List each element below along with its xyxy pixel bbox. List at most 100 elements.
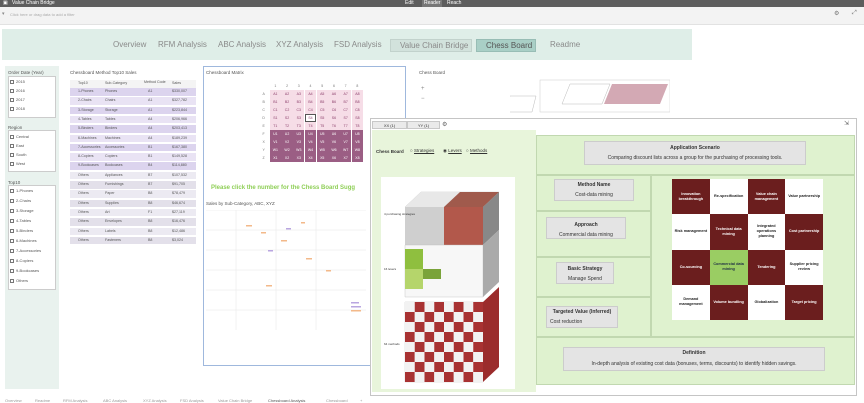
matrix-cell[interactable]: V4 — [304, 138, 317, 146]
lever-cell[interactable]: Re-specification — [709, 179, 748, 215]
top10-item[interactable]: 8-Copiers — [10, 258, 33, 263]
sheet-tab[interactable]: FSD Analysis — [180, 398, 204, 403]
matrix-cell[interactable]: X7 — [340, 154, 352, 162]
matrix-cell[interactable]: B5 — [316, 98, 328, 106]
matrix-cell[interactable]: V6 — [328, 138, 340, 146]
matrix-cell[interactable]: A1 — [269, 90, 281, 98]
matrix-cell[interactable]: V3 — [293, 138, 305, 146]
matrix-cell[interactable]: V1 — [269, 138, 281, 146]
zoom-out-icon[interactable]: − — [421, 96, 425, 102]
matrix-cell[interactable]: T2 — [281, 122, 293, 130]
matrix-cell[interactable]: U2 — [281, 130, 293, 138]
matrix-cell[interactable]: W6 — [328, 146, 340, 154]
lever-cell[interactable]: Globalization — [747, 284, 786, 320]
matrix-cell[interactable]: V7 — [340, 138, 352, 146]
table-row[interactable]: Others Art F1 $27,119 — [70, 208, 196, 217]
settings-icon[interactable]: ⚙ — [834, 10, 839, 17]
matrix-cell[interactable]: X3 — [293, 154, 305, 162]
expand-icon[interactable]: ⤢ — [852, 10, 857, 17]
region-item[interactable]: Central — [10, 134, 29, 139]
table-row[interactable]: 5-Binders Binders A4 $203,413 — [70, 125, 196, 133]
matrix-cell[interactable]: U3 — [293, 130, 305, 138]
xx-button[interactable]: XX (1) — [372, 121, 407, 129]
matrix-cell[interactable]: C7 — [340, 106, 352, 114]
matrix-cell[interactable]: T1 — [269, 122, 281, 130]
table-row[interactable]: 7-Accessories Accessories B1 $167,380 — [70, 143, 196, 152]
top10-item[interactable]: 7-Accessories — [10, 248, 41, 253]
mode-reach[interactable]: Reach — [447, 0, 461, 7]
top10-item[interactable]: 4-Tables — [10, 218, 31, 223]
table-row[interactable]: 4-Tables Tables A4 $206,966 — [70, 115, 196, 124]
lever-cell[interactable]: Tendering — [747, 249, 786, 285]
table-row[interactable]: Others Paper B8 $78,479 — [70, 190, 196, 198]
pin-icon[interactable]: ⇲ — [844, 120, 849, 127]
table-row[interactable]: 2-Chairs Chairs A1 $327,782 — [70, 97, 196, 105]
mode-reader[interactable]: Reader — [422, 0, 443, 7]
matrix-cell[interactable]: T6 — [328, 122, 340, 130]
matrix-cell[interactable]: A4 — [304, 90, 317, 98]
mode-edit[interactable]: Edit — [405, 0, 414, 7]
matrix-cell[interactable]: B3 — [293, 98, 305, 106]
matrix-cell[interactable]: W2 — [281, 146, 293, 154]
lever-cell[interactable]: Target pricing — [785, 284, 823, 320]
matrix-cell[interactable]: T3 — [293, 122, 305, 130]
matrix-cell[interactable]: A7 — [340, 90, 352, 98]
matrix-cell[interactable]: W4 — [304, 146, 317, 154]
matrix-cell[interactable]: T4 — [304, 122, 317, 130]
table-row[interactable]: 9-Bookcases Bookcases B4 $114,880 — [70, 162, 196, 170]
matrix-cell[interactable]: S4 — [304, 114, 317, 122]
matrix-cell[interactable]: C2 — [281, 106, 293, 114]
matrix-cell[interactable]: S2 — [281, 114, 293, 122]
matrix-cell[interactable]: B7 — [340, 98, 352, 106]
matrix-cell[interactable]: U6 — [328, 130, 340, 138]
matrix-cell[interactable]: V2 — [281, 138, 293, 146]
top10-item[interactable]: 9-Bookcases — [10, 268, 39, 273]
table-row[interactable]: Others Envelopes B8 $16,476 — [70, 218, 196, 226]
order-date-item[interactable]: 2015 — [10, 79, 25, 84]
matrix-cell[interactable]: B8 — [351, 98, 363, 106]
matrix-cell[interactable]: A6 — [328, 90, 340, 98]
chess-lever-grid[interactable]: Innovation breakthrough Re-specification V… — [672, 179, 823, 320]
sheet-tab[interactable]: + — [360, 398, 362, 403]
filter-bar[interactable]: ▾ Click here or drag data to add a filte… — [0, 7, 864, 25]
region-item[interactable]: West — [10, 161, 25, 166]
matrix-cell[interactable]: B2 — [281, 98, 293, 106]
sheet-tab[interactable]: Chessboard Analysis — [268, 398, 305, 403]
region-item[interactable]: South — [10, 152, 26, 157]
matrix-cell[interactable]: A2 — [281, 90, 293, 98]
chessboard-matrix[interactable]: 1 2 3 4 5 6 7 8 A A1 A2 A3 A4 A5 A6 A7 A8 B B1 B2 B3 B4 B5 B6 B7… — [258, 82, 363, 162]
nav-tab-abc[interactable]: ABC Analysis — [215, 39, 269, 50]
matrix-cell[interactable]: W7 — [340, 146, 352, 154]
lever-cell[interactable]: Supplier pricing review — [785, 249, 823, 285]
zoom-in-icon[interactable]: + — [421, 86, 425, 92]
matrix-cell[interactable]: C3 — [293, 106, 305, 114]
matrix-cell[interactable]: S7 — [340, 114, 352, 122]
table-row[interactable]: Others Furnishings B7 $91,705 — [70, 181, 196, 189]
matrix-cell[interactable]: S1 — [269, 114, 281, 122]
yy-button[interactable]: YY (1) — [407, 121, 440, 129]
matrix-cell[interactable]: W5 — [316, 146, 328, 154]
sheet-tab[interactable]: Chessboard — [326, 398, 348, 403]
nav-tab-readme[interactable]: Readme — [541, 39, 583, 50]
matrix-cell[interactable]: B6 — [328, 98, 340, 106]
matrix-cell[interactable]: B1 — [269, 98, 281, 106]
matrix-cell[interactable]: S3 — [293, 114, 305, 122]
matrix-cell[interactable]: C6 — [328, 106, 340, 114]
table-row[interactable]: 8-Copiers Copiers B1 $149,528 — [70, 153, 196, 161]
table-row[interactable]: Others Appliances B7 $107,532 — [70, 171, 196, 180]
table-row[interactable]: 1-Phones Phones A1 $330,007 — [70, 88, 196, 96]
top10-item[interactable]: 1-Phones — [10, 188, 33, 193]
matrix-cell[interactable]: B4 — [304, 98, 317, 106]
nav-tab-fsd[interactable]: FSD Analysis — [331, 39, 385, 50]
lever-cell[interactable]: Co-sourcing — [672, 249, 710, 285]
order-date-item[interactable]: 2018 — [10, 106, 25, 111]
matrix-cell[interactable]: U4 — [304, 130, 317, 138]
matrix-cell[interactable]: X4 — [304, 154, 317, 162]
lever-cell[interactable]: Value chain management — [747, 179, 786, 215]
nav-tab-xyz[interactable]: XYZ Analysis — [273, 39, 326, 50]
sheet-tab[interactable]: Readme — [35, 398, 50, 403]
radio-levers[interactable]: ◉ Levers — [443, 148, 462, 154]
lever-cell[interactable]: Volume bundling — [709, 284, 748, 320]
nav-tab-value-chain[interactable]: Value Chain Bridge — [390, 39, 473, 52]
matrix-cell[interactable]: U5 — [316, 130, 328, 138]
